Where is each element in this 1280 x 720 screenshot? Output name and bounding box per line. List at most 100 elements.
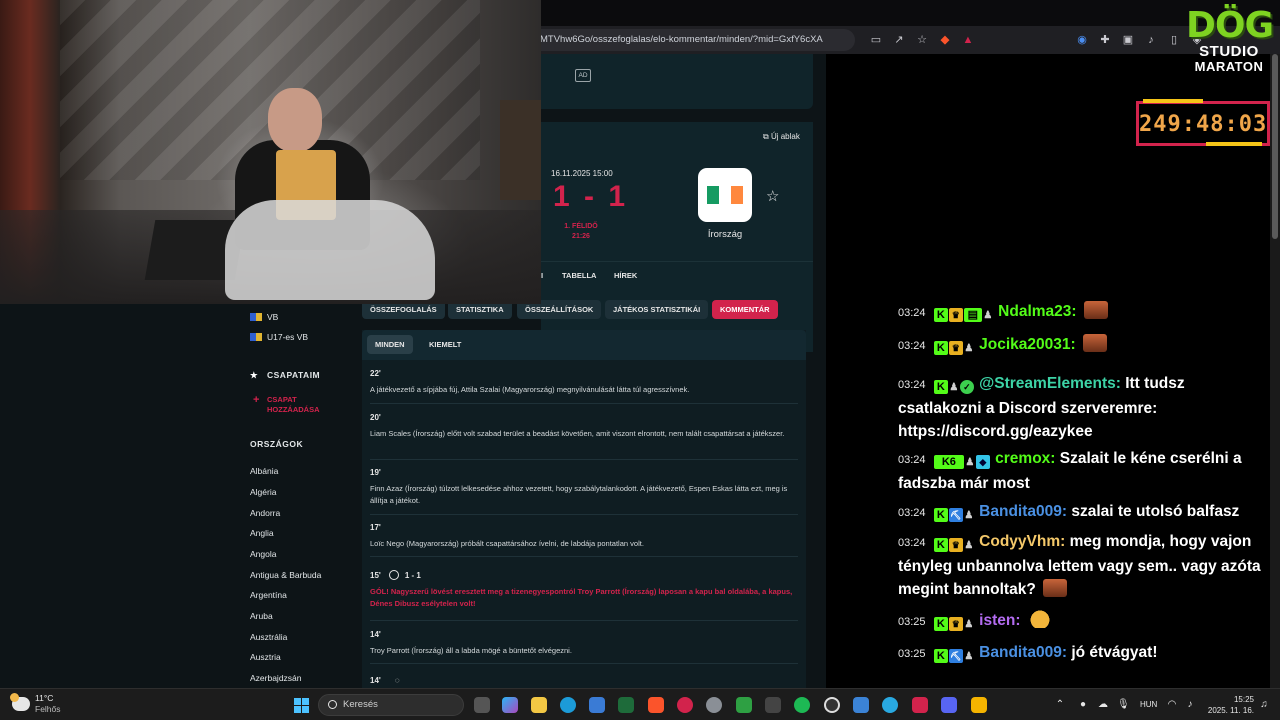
chat-username[interactable]: cremox:	[995, 450, 1055, 467]
cast-icon[interactable]: ▭	[869, 33, 883, 47]
emote-icon	[1083, 334, 1107, 352]
tab-hirek[interactable]: HÍREK	[614, 271, 637, 280]
country-link[interactable]: Algéria	[250, 487, 276, 497]
chat-message: 03:25 K ⛏ ♟ Bandita009: jó étvágyat!	[898, 641, 1268, 666]
country-link[interactable]: Argentína	[250, 590, 287, 600]
my-teams-label: CSAPATAIM	[267, 370, 321, 380]
bookmark-icon[interactable]: ☆	[915, 33, 929, 47]
tray-chevron-up-icon[interactable]: ⌃	[1054, 699, 1066, 711]
match-score: 1 - 1	[553, 180, 629, 213]
add-team-button[interactable]: + CSAPAT HOZZÁADÁSA	[253, 395, 320, 415]
sidebar-item-u17-vb[interactable]: U17-es VB	[250, 332, 308, 342]
chat-username[interactable]: Bandita009:	[979, 503, 1067, 520]
chat-username[interactable]: Jocika20031:	[979, 336, 1076, 353]
wifi-icon[interactable]: ◠	[1166, 699, 1178, 711]
app-red-icon[interactable]	[677, 697, 693, 713]
emote-icon	[1083, 301, 1108, 319]
country-link[interactable]: Ausztrália	[250, 632, 287, 642]
favorite-star-icon[interactable]: ☆	[766, 187, 779, 205]
app-pink-icon[interactable]	[912, 697, 928, 713]
rockstar-icon[interactable]	[971, 697, 987, 713]
tab-kommentar[interactable]: KOMMENTÁR	[712, 300, 778, 319]
start-button[interactable]	[294, 698, 309, 713]
brave-shield-icon[interactable]: ◆	[938, 33, 952, 47]
country-link[interactable]: Aruba	[250, 611, 273, 621]
user-badge-icon: ♟	[964, 651, 974, 662]
message-time: 03:24	[898, 340, 926, 352]
file-explorer-icon[interactable]	[531, 697, 547, 713]
chat-username[interactable]: @StreamElements:	[979, 375, 1121, 392]
brave-rewards-icon[interactable]: ▲	[961, 33, 975, 47]
filter-kiemelt[interactable]: KIEMELT	[421, 335, 469, 354]
discord-icon[interactable]	[941, 697, 957, 713]
divider	[370, 663, 798, 664]
sound-icon[interactable]: ◉	[1075, 33, 1089, 47]
weather-widget[interactable]: 11°C Felhős	[10, 693, 61, 715]
scrollbar-thumb[interactable]	[1272, 54, 1278, 239]
chat-username[interactable]: Ndalma23:	[998, 303, 1076, 320]
ad-panel: AD	[541, 54, 813, 109]
country-link[interactable]: Andorra	[250, 508, 280, 518]
cloud-icon[interactable]: ☁	[1097, 699, 1109, 711]
brave-icon[interactable]	[648, 697, 664, 713]
xbox-icon[interactable]	[736, 697, 752, 713]
chat-username[interactable]: isten:	[979, 612, 1020, 629]
goal-minute: 15'	[370, 570, 381, 580]
sidebar-item-vb[interactable]: VB	[250, 312, 278, 322]
sun-icon	[10, 693, 19, 702]
obs-icon[interactable]	[824, 697, 840, 713]
volume-icon[interactable]: ♪	[1184, 699, 1196, 711]
country-link[interactable]: Angola	[250, 549, 276, 559]
football-icon	[388, 570, 399, 580]
taskbar-search[interactable]: Keresés	[318, 694, 464, 716]
ireland-flag-logo[interactable]	[698, 168, 752, 222]
chat-scrollbar[interactable]	[1270, 54, 1280, 688]
search-icon	[328, 700, 337, 709]
new-window-link[interactable]: ⧉ Új ablak	[763, 132, 800, 142]
tab-tabella[interactable]: TABELLA	[562, 271, 596, 280]
language-indicator[interactable]: HUN	[1140, 700, 1157, 709]
commentary-entry: 20' Liam Scales (Írország) előtt volt sz…	[370, 413, 800, 440]
filter-minden[interactable]: MINDEN	[367, 335, 413, 354]
copilot-icon[interactable]	[502, 697, 518, 713]
country-link[interactable]: Ausztria	[250, 652, 281, 662]
entry-text: A játékvezető a sípjába fúj, Attila Szal…	[370, 385, 690, 394]
add-team-line2: HOZZÁADÁSA	[267, 405, 320, 414]
chat-username[interactable]: CodyyVhm:	[979, 533, 1065, 550]
crown-badge-icon: ♛	[948, 308, 963, 322]
calculator-icon[interactable]	[853, 697, 869, 713]
spotify-icon[interactable]	[794, 697, 810, 713]
country-link[interactable]: Antigua & Barbuda	[250, 570, 321, 580]
share-icon[interactable]: ↗	[892, 33, 906, 47]
terminal-icon[interactable]	[618, 697, 634, 713]
cube-badge-icon: ◆	[975, 455, 990, 469]
taskbar-clock[interactable]: 15:25 2025. 11. 16.	[1200, 694, 1254, 716]
browser-toolbar: MTVhw6Go/osszefoglalas/elo-kommentar/min…	[540, 26, 1280, 54]
address-bar[interactable]: MTVhw6Go/osszefoglalas/elo-kommentar/min…	[540, 29, 855, 51]
store-icon[interactable]	[589, 697, 605, 713]
task-view-icon[interactable]	[474, 697, 490, 713]
settings-gear-icon[interactable]	[706, 697, 722, 713]
sidebar-icon[interactable]: ▯	[1167, 33, 1181, 47]
tab-jatekos-statisztikai[interactable]: JÁTÉKOS STATISZTIKÁI	[605, 300, 709, 319]
edge-icon[interactable]	[560, 697, 576, 713]
country-link[interactable]: Anglia	[250, 528, 274, 538]
sidebar-my-teams[interactable]: ★ CSAPATAIM	[250, 370, 320, 381]
entry-minute: 20'	[370, 413, 381, 422]
snipping-tool-icon[interactable]	[765, 697, 781, 713]
microphone-icon[interactable]: 🎙	[1117, 699, 1130, 711]
wallet-icon[interactable]: ▣	[1121, 33, 1135, 47]
weather-description: Felhős	[35, 704, 61, 714]
media-icon[interactable]: ♪	[1144, 33, 1158, 47]
chat-username[interactable]: Bandita009:	[979, 644, 1067, 661]
tab-partial[interactable]: I	[541, 271, 543, 280]
away-team-name[interactable]: Írország	[691, 229, 759, 240]
extensions-icon[interactable]: ✚	[1098, 33, 1112, 47]
country-link[interactable]: Azerbajdzsán	[250, 673, 302, 683]
entry-text: Troy Parrott (Írország) áll a labda mögé…	[370, 646, 572, 655]
telegram-icon[interactable]	[882, 697, 898, 713]
webcam-feed	[0, 0, 541, 304]
country-link[interactable]: Albánia	[250, 466, 278, 476]
tray-app-icon[interactable]: ●	[1077, 699, 1089, 711]
notification-bell-icon[interactable]: ♫	[1258, 699, 1270, 711]
